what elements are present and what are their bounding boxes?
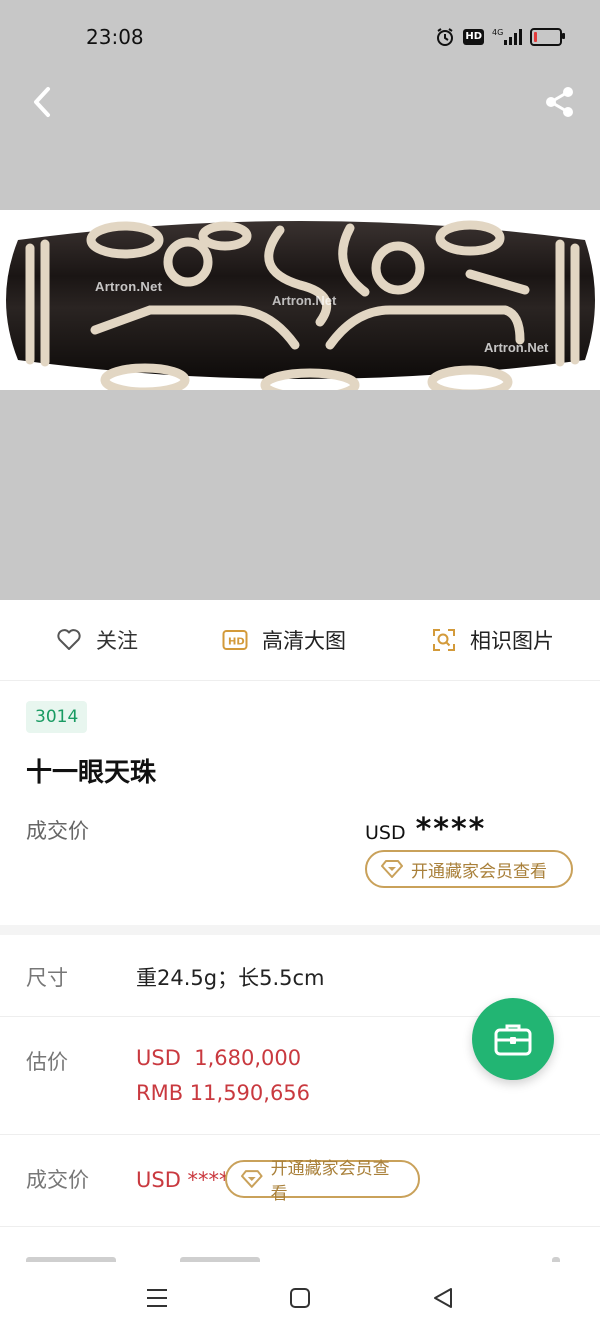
product-image[interactable]: Artron.Net Artron.Net Artron.Net: [0, 210, 600, 390]
size-label: 尺寸: [26, 966, 68, 990]
back-triangle-icon: [434, 1288, 452, 1308]
back-button[interactable]: [22, 82, 62, 122]
menu-icon: [147, 1289, 167, 1307]
watermark-text: Artron.Net: [484, 340, 549, 355]
hd-image-button[interactable]: HD 高清大图: [222, 625, 346, 655]
deal-currency: USD: [365, 822, 406, 844]
back-chevron-icon: [34, 87, 50, 117]
scan-search-icon: [433, 629, 455, 651]
home-button[interactable]: [284, 1282, 316, 1314]
size-value: 重24.5g；长5.5cm: [136, 966, 325, 990]
estimate-rmb: RMB 11,590,656: [136, 1081, 311, 1105]
diamond-icon: [241, 1170, 263, 1188]
estimate-label: 估价: [26, 1050, 68, 1074]
vip-unlock-button-2[interactable]: 开通藏家会员查看: [225, 1159, 420, 1204]
diamond-icon: [381, 860, 403, 878]
hd-icon: HD: [222, 630, 248, 650]
deal-price-row-value: USD ****: [136, 1168, 230, 1192]
share-icon: [546, 87, 573, 117]
nav-back-button[interactable]: [427, 1282, 459, 1314]
deal-price-masked: ****: [415, 812, 487, 847]
hd-status-icon: HD: [463, 29, 484, 45]
heart-icon: [57, 629, 81, 650]
svg-text:4G: 4G: [492, 28, 503, 37]
lot-number-badge: 3014: [26, 701, 88, 733]
briefcase-icon: [494, 1024, 532, 1056]
deal-price-row-label: 成交价: [26, 1168, 89, 1192]
floating-briefcase-button[interactable]: [472, 998, 554, 1080]
hero-image-area: 23:08 HD 4G Artron.Net Artron.Net Artron…: [0, 0, 600, 600]
similar-images-button[interactable]: 相识图片: [432, 625, 554, 655]
deal-price-label: 成交价: [26, 819, 89, 843]
action-bar: 关注 HD 高清大图 相识图片: [0, 600, 600, 681]
watermark-text: Artron.Net: [95, 279, 163, 294]
follow-button[interactable]: 关注: [56, 625, 138, 655]
row-divider: [0, 1226, 600, 1227]
home-square-icon: [290, 1288, 310, 1308]
follow-label: 关注: [96, 629, 138, 653]
dzi-bead-image: Artron.Net Artron.Net Artron.Net: [0, 210, 600, 390]
alarm-icon: [435, 27, 455, 47]
svg-text:HD: HD: [228, 637, 245, 648]
system-nav-bar: [0, 1262, 600, 1333]
status-icons: HD 4G: [435, 27, 565, 47]
similar-images-label: 相识图片: [470, 629, 554, 653]
lot-title: 十一眼天珠: [26, 758, 157, 788]
battery-low-icon: [530, 28, 565, 46]
status-time: 23:08: [86, 25, 144, 49]
section-divider: [0, 925, 600, 935]
menu-button[interactable]: [141, 1282, 173, 1314]
hd-image-label: 高清大图: [262, 629, 346, 653]
watermark-text: Artron.Net: [272, 293, 337, 308]
deal-price: USD ****: [365, 812, 486, 847]
share-button[interactable]: [538, 82, 582, 122]
estimate-usd: USD 1,680,000: [136, 1046, 302, 1070]
vip-unlock-label: 开通藏家会员查看: [270, 1159, 390, 1204]
vip-unlock-label: 开通藏家会员查看: [411, 861, 547, 882]
vip-unlock-button[interactable]: 开通藏家会员查看: [365, 850, 573, 888]
row-divider: [0, 1134, 600, 1135]
signal-4g-icon: 4G: [492, 27, 522, 47]
